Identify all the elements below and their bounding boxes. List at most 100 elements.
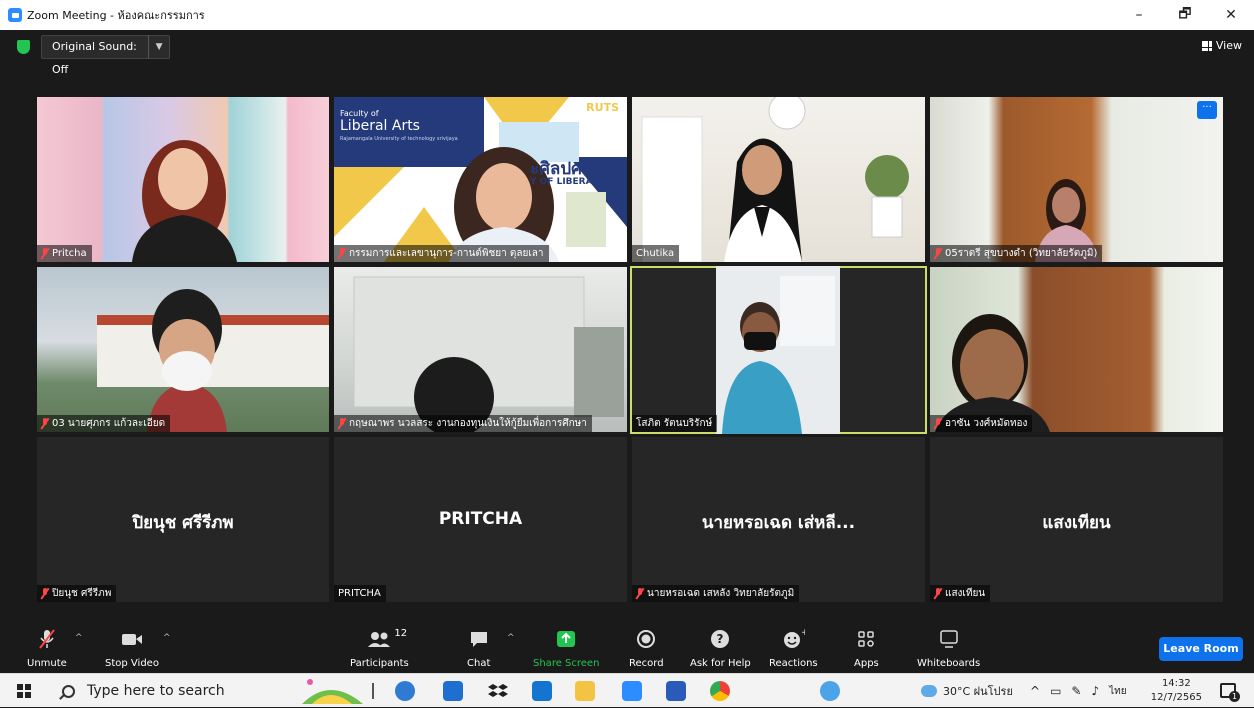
mic-muted-icon [41,588,49,599]
chat-bubble-icon [468,626,490,652]
windows-start-icon[interactable] [17,684,31,698]
participant-video [641,97,909,262]
meeting-topbar: Original Sound: Off ▼ View [0,30,1254,76]
chevron-down-icon[interactable]: ▼ [149,42,169,52]
chevron-up-icon[interactable]: ^ [507,633,515,643]
edge-browser-icon[interactable] [395,681,415,701]
participant-video [97,289,329,432]
slide-text-university: Rajamangala University of technology sri… [340,136,458,142]
video-tile[interactable]: ··· 05ราตรี สุขบางดำ (วิทยาลัยรัตภูมิ) [930,97,1223,262]
video-off-tile[interactable]: นายหรอเฉด เส่หลี... นายหรอเฉด เสหลัง วิท… [632,437,925,602]
original-sound-button[interactable]: Original Sound: Off ▼ [41,35,170,76]
slide-text-faculty: Faculty of [340,109,379,118]
share-screen-button[interactable]: Share Screen [533,626,599,669]
search-highlight-image[interactable] [300,676,365,706]
participant-name: Chutika [632,245,680,262]
participant-display-name: นายหรอเฉด เส่หลี... [701,513,856,533]
minimize-button[interactable]: – [1116,0,1162,30]
weather-widget[interactable]: 30°C ฝนโปรย [921,674,1013,708]
chrome-icon[interactable] [710,681,730,701]
stop-video-button[interactable]: Stop Video [105,626,159,669]
record-button[interactable]: Record [629,626,664,669]
pen-icon[interactable]: ✎ [1071,684,1081,698]
video-off-tile[interactable]: PRITCHA PRITCHA [334,437,627,602]
mic-muted-icon [338,418,346,429]
participants-button[interactable]: 12 Participants [350,626,409,669]
slide-text-liberal-arts: Liberal Arts [340,118,420,134]
participant-video [1035,179,1100,262]
video-tile[interactable]: กฤษณาพร นวลสระ งานกองทุนเงินให้กู้ยืมเพื… [334,267,627,432]
mail-icon[interactable] [532,681,552,701]
view-button[interactable]: View [1201,39,1242,52]
word-icon[interactable] [666,681,686,701]
video-tile[interactable]: Faculty of Liberal Arts Rajamangala Univ… [334,97,627,262]
grid-icon [1201,40,1212,51]
video-tile[interactable]: 03 นายศุภกร แก้วละเอียด [37,267,329,432]
apps-icon [855,626,877,652]
mic-muted-icon [41,418,49,429]
more-options-button[interactable]: ··· [1197,101,1217,119]
mic-muted-icon [41,248,49,259]
unmute-button[interactable]: Unmute [27,626,67,669]
apps-button[interactable]: Apps [854,626,879,669]
mic-muted-icon [934,248,942,259]
question-mark-icon: ? [709,626,731,652]
zoom-taskbar-icon[interactable] [622,681,642,701]
participant-display-name: แสงเทียน [1042,513,1111,533]
search-icon [62,684,75,698]
speaker-icon[interactable]: ♪ [1091,684,1099,698]
window-title: Zoom Meeting - ห้องคณะกรรมการ [27,9,205,22]
participants-label: Participants [350,658,409,669]
leave-room-button[interactable]: Leave Room [1159,637,1243,661]
dropbox-icon[interactable] [488,681,508,701]
svg-text:?: ? [717,632,724,646]
close-button[interactable]: ✕ [1208,0,1254,30]
reactions-label: Reactions [769,658,818,669]
task-view-icon[interactable] [372,683,374,699]
store-icon[interactable] [443,681,463,701]
microphone-muted-icon [36,626,58,652]
shield-icon[interactable] [17,40,30,54]
participant-name: แสงเทียน [930,585,991,602]
taskbar-search-box[interactable]: Type here to search [48,674,310,708]
mic-muted-icon [934,418,942,429]
clock[interactable]: 14:32 12/7/2565 [1151,677,1202,705]
chevron-up-icon[interactable]: ^ [163,633,171,643]
ask-for-help-button[interactable]: ? Ask for Help [690,626,751,669]
share-screen-label: Share Screen [533,658,600,669]
whiteboard-icon [938,626,960,652]
participant-name-text: นายหรอเฉด เสหลัง วิทยาลัยรัตภูมิ [647,588,795,599]
maximize-button[interactable]: 🗗 [1162,0,1208,30]
original-sound-label: Original Sound: Off [42,35,150,76]
chevron-up-icon[interactable]: ^ [1030,684,1040,698]
participant-name: อาซัน วงศ์หมัดทอง [930,415,1033,432]
svg-text:+: + [801,628,805,638]
file-explorer-icon[interactable] [575,681,595,701]
video-off-tile[interactable]: ปิยนุช ศรีรีภพ ปิยนุช ศรีรีภพ [37,437,329,602]
mic-muted-icon [934,588,942,599]
clock-time: 14:32 [1161,678,1191,689]
meeting-controls: Unmute ^ Stop Video ^ 12 Participants Ch… [0,622,1254,672]
participant-name-text: Chutika [636,248,675,259]
help-app-icon[interactable] [820,681,840,701]
video-tile[interactable]: Pritcha [37,97,329,262]
reactions-button[interactable]: + Reactions [769,626,818,669]
language-indicator[interactable]: ไทย [1109,684,1126,699]
search-placeholder: Type here to search [87,683,225,699]
mic-muted-icon [338,248,346,259]
participant-name-text: กรรมการและเลขานุการ-กานต์พิชยา ตุลยเลา [349,248,544,259]
whiteboards-button[interactable]: Whiteboards [917,626,980,669]
apps-label: Apps [854,658,879,669]
chat-button[interactable]: Chat [467,626,490,669]
chat-label: Chat [467,658,491,669]
video-tile[interactable]: อาซัน วงศ์หมัดทอง [930,267,1223,432]
notification-icon[interactable]: 1 [1220,683,1240,702]
chevron-up-icon[interactable]: ^ [75,633,83,643]
system-tray: ^ ▭ ✎ ♪ ไทย [1030,674,1127,708]
participant-name-text: โสภิต รัตนบริรักษ์ [636,418,713,429]
video-off-tile[interactable]: แสงเทียน แสงเทียน [930,437,1223,602]
share-screen-icon [555,626,577,652]
video-tile[interactable]: Chutika [632,97,925,262]
video-tile-active-speaker[interactable]: โสภิต รัตนบริรักษ์ [630,266,927,434]
network-icon[interactable]: ▭ [1050,684,1061,698]
